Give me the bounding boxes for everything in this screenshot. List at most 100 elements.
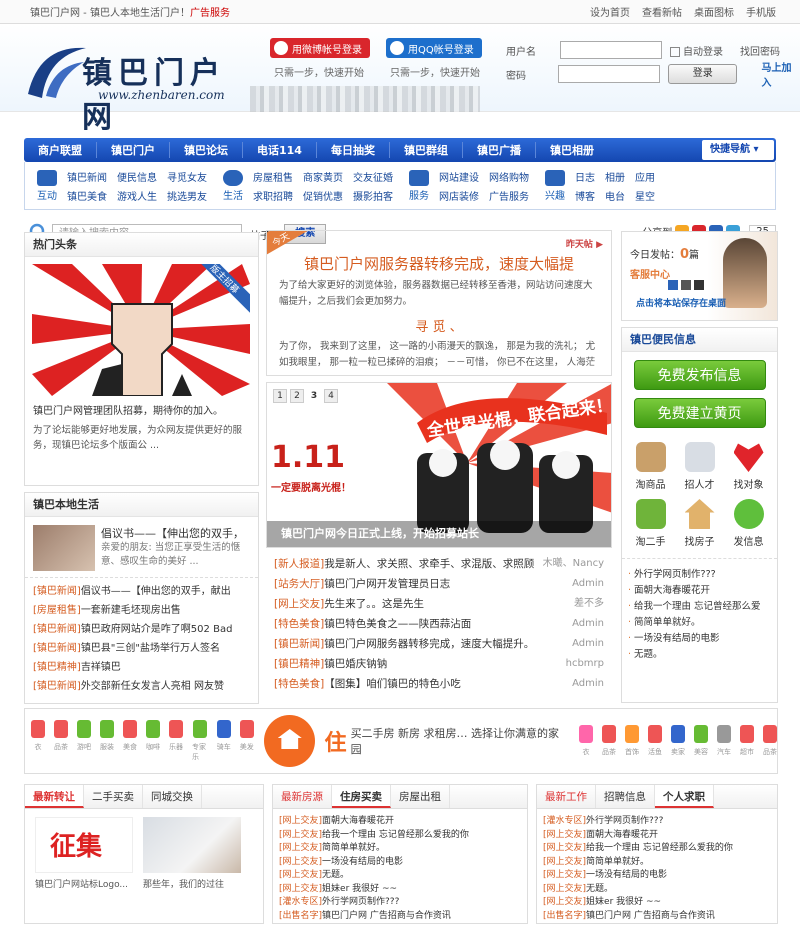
- nav-item-album[interactable]: 镇巴相册: [536, 142, 608, 158]
- nav-item-phone114[interactable]: 电话114: [243, 142, 317, 158]
- news-item[interactable]: [特色美食]镇巴特色美食之——陕西蒜沾面 Admin: [274, 614, 604, 634]
- news-item[interactable]: [特色美食]【图集】咱们镇巴的特色小吃 Admin: [274, 674, 604, 694]
- qq-login-button[interactable]: 用QQ帐号登录: [386, 38, 482, 58]
- list-item[interactable]: [灌水专区]外行学网页制作???: [543, 815, 771, 829]
- list-item[interactable]: [网上交友]面朝大海春暖花开: [543, 829, 771, 843]
- subnav-link[interactable]: 镇巴美食: [67, 188, 107, 203]
- subnav-link[interactable]: 房屋租售: [253, 169, 293, 184]
- list-item[interactable]: [房屋租售]一套新建毛坯现房出售: [33, 601, 250, 620]
- list-text[interactable]: 无题。: [586, 884, 613, 894]
- password-input[interactable]: [558, 65, 661, 83]
- local-featured-title[interactable]: 倡议书——【伸出您的双手，: [101, 525, 250, 541]
- list-item[interactable]: [网上交友]一场没有结局的电影: [279, 856, 521, 870]
- news-tag[interactable]: [镇巴新闻]: [274, 638, 324, 650]
- list-item[interactable]: [网上交友]面朝大海春暖花开: [279, 815, 521, 829]
- list-item[interactable]: [镇巴精神]吉祥镇巴: [33, 658, 250, 677]
- slider-page-3[interactable]: 3: [307, 389, 321, 403]
- list-text[interactable]: 一场没有结局的电影: [322, 857, 403, 867]
- pic-item[interactable]: 征集 镇巴门户网站标Logo...: [35, 817, 133, 890]
- list-tag[interactable]: [出售名字]: [543, 911, 586, 921]
- list-tag[interactable]: [镇巴新闻]: [33, 624, 81, 635]
- list-item[interactable]: [网上交友]无题。: [279, 869, 521, 883]
- list-text[interactable]: 倡议书——【伸出您的双手，献出: [81, 586, 231, 597]
- list-text[interactable]: 面朝大海春暖花开: [586, 830, 658, 840]
- list-tag[interactable]: [网上交友]: [543, 884, 586, 894]
- tab-latest-job[interactable]: 最新工作: [537, 785, 596, 808]
- find-password-link[interactable]: 找回密码: [740, 43, 780, 58]
- nav-item-groups[interactable]: 镇巴群组: [390, 142, 463, 158]
- slider-caption[interactable]: 镇巴门户网今日正式上线，开始招募站长: [267, 521, 611, 547]
- subnav-link[interactable]: 镇巴新闻: [67, 169, 107, 184]
- subnav-link[interactable]: 星空: [635, 188, 655, 203]
- cell-shop[interactable]: 淘商品: [626, 442, 675, 491]
- list-tag[interactable]: [网上交友]: [279, 830, 322, 840]
- list-item[interactable]: [灌水专区]外行学网页制作???: [279, 896, 521, 910]
- list-tag[interactable]: [房屋租售]: [33, 605, 81, 616]
- auto-login-checkbox[interactable]: [670, 46, 680, 57]
- subnav-link[interactable]: 网络购物: [489, 169, 529, 184]
- tab-house-rent[interactable]: 房屋出租: [391, 785, 450, 808]
- pic-image[interactable]: 征集: [35, 817, 133, 873]
- list-item[interactable]: [出售名字]镇巴门户网 广告招商与合作资讯: [279, 910, 521, 924]
- list-item[interactable]: 一场没有结局的电影: [628, 631, 771, 647]
- list-tag[interactable]: [灌水专区]: [279, 897, 322, 907]
- subnav-link[interactable]: 相册: [605, 169, 625, 184]
- login-button[interactable]: 登录: [668, 64, 738, 84]
- list-tag[interactable]: [网上交友]: [543, 843, 586, 853]
- news-author[interactable]: hcbmrp: [566, 654, 604, 674]
- list-text[interactable]: 简简单单就好。: [322, 843, 385, 853]
- news-text[interactable]: 镇巴婚庆钠钠: [324, 658, 387, 670]
- list-text[interactable]: 外交部新任女发言人亮相 网友赞: [81, 681, 224, 692]
- auto-login[interactable]: 自动登录: [670, 43, 723, 58]
- desktop-icon-link[interactable]: 桌面图标: [694, 8, 734, 19]
- featured-title[interactable]: 镇巴门户网服务器转移完成，速度大幅提: [267, 231, 611, 274]
- image-slider[interactable]: 全世界光棍，联合起来！ 1.11 一定要脱离光棍！ 1 2 3 4 镇巴门户网今…: [266, 382, 612, 548]
- list-item[interactable]: [网上交友]简简单单就好。: [279, 842, 521, 856]
- set-homepage-link[interactable]: 设为首页: [590, 8, 630, 19]
- nav-item-forum[interactable]: 镇巴论坛: [170, 142, 243, 158]
- list-item[interactable]: [网上交友]姐妹er 我很好 ~~: [279, 883, 521, 897]
- tab-job-seek[interactable]: 个人求职: [655, 785, 714, 808]
- cell-post[interactable]: 发信息: [724, 499, 773, 548]
- subnav-link[interactable]: 日志: [575, 169, 595, 184]
- cell-date[interactable]: 找对象: [724, 442, 773, 491]
- pic-caption[interactable]: 那些年，我们的过往: [143, 873, 241, 890]
- news-item[interactable]: [镇巴精神]镇巴婚庆钠钠 hcbmrp: [274, 654, 604, 674]
- news-text[interactable]: 镇巴特色美食之——陕西蒜沾面: [324, 618, 471, 630]
- list-tag[interactable]: [镇巴新闻]: [33, 586, 81, 597]
- news-title[interactable]: [新人报道]我是新人、求关照、求牵手、求混版、求照顾: [274, 554, 534, 574]
- subnav-link[interactable]: 网店装修: [439, 188, 479, 203]
- qq-service-icon[interactable]: [668, 280, 678, 290]
- register-link[interactable]: 马上加入: [761, 59, 800, 89]
- cell-house[interactable]: 找房子: [675, 499, 724, 548]
- local-featured[interactable]: 倡议书——【伸出您的双手， 亲爱的朋友: 当您正享受生活的惬意、感叹生命的美好 .…: [25, 517, 258, 577]
- service-center-link[interactable]: 客服中心: [630, 266, 670, 281]
- slider-page-2[interactable]: 2: [290, 389, 304, 403]
- logo[interactable]: 镇巴门户网 www.zhenbaren.com: [26, 34, 246, 135]
- list-tag[interactable]: [网上交友]: [543, 830, 586, 840]
- new-posts-link[interactable]: 查看新帖: [642, 8, 682, 19]
- nav-item-merchants[interactable]: 商户联盟: [24, 142, 97, 158]
- list-text[interactable]: 给我一个理由 忘记曾经那么爱我的你: [322, 830, 469, 840]
- list-item[interactable]: [出售名字]镇巴门户网 广告招商与合作资讯: [543, 910, 771, 924]
- list-tag[interactable]: [镇巴精神]: [33, 662, 81, 673]
- list-item[interactable]: 给我一个理由 忘记曾经那么爱: [628, 599, 771, 615]
- subnav-link[interactable]: 便民信息: [117, 169, 157, 184]
- list-item[interactable]: [镇巴新闻]倡议书——【伸出您的双手，献出: [33, 582, 250, 601]
- news-text[interactable]: 镇巴门户网服务器转移完成，速度大幅提升。: [324, 638, 534, 650]
- username-input[interactable]: [560, 41, 662, 59]
- news-item[interactable]: [站务大厅]镇巴门户网开发管理员日志 Admin: [274, 574, 604, 594]
- list-item[interactable]: [镇巴新闻]外交部新任女发言人亮相 网友赞: [33, 677, 250, 696]
- featured-sub-title[interactable]: 寻 觅 、: [267, 314, 611, 335]
- list-tag[interactable]: [镇巴新闻]: [33, 681, 81, 692]
- list-text[interactable]: 外行学网页制作???: [322, 897, 399, 907]
- subnav-link[interactable]: 应用: [635, 169, 655, 184]
- quick-nav-dropdown[interactable]: 快捷导航 ▾: [702, 140, 774, 160]
- news-author[interactable]: Admin: [572, 634, 604, 654]
- list-item[interactable]: [镇巴新闻]镇巴政府网站介是咋了啊502 Bad: [33, 620, 250, 639]
- news-title[interactable]: [站务大厅]镇巴门户网开发管理员日志: [274, 574, 450, 594]
- list-text[interactable]: 给我一个理由 忘记曾经那么爱我的你: [586, 843, 733, 853]
- nav-item-broadcast[interactable]: 镇巴广播: [463, 142, 536, 158]
- list-text[interactable]: 镇巴门户网 广告招商与合作资讯: [322, 911, 451, 921]
- list-item[interactable]: [网上交友]简简单单就好。: [543, 856, 771, 870]
